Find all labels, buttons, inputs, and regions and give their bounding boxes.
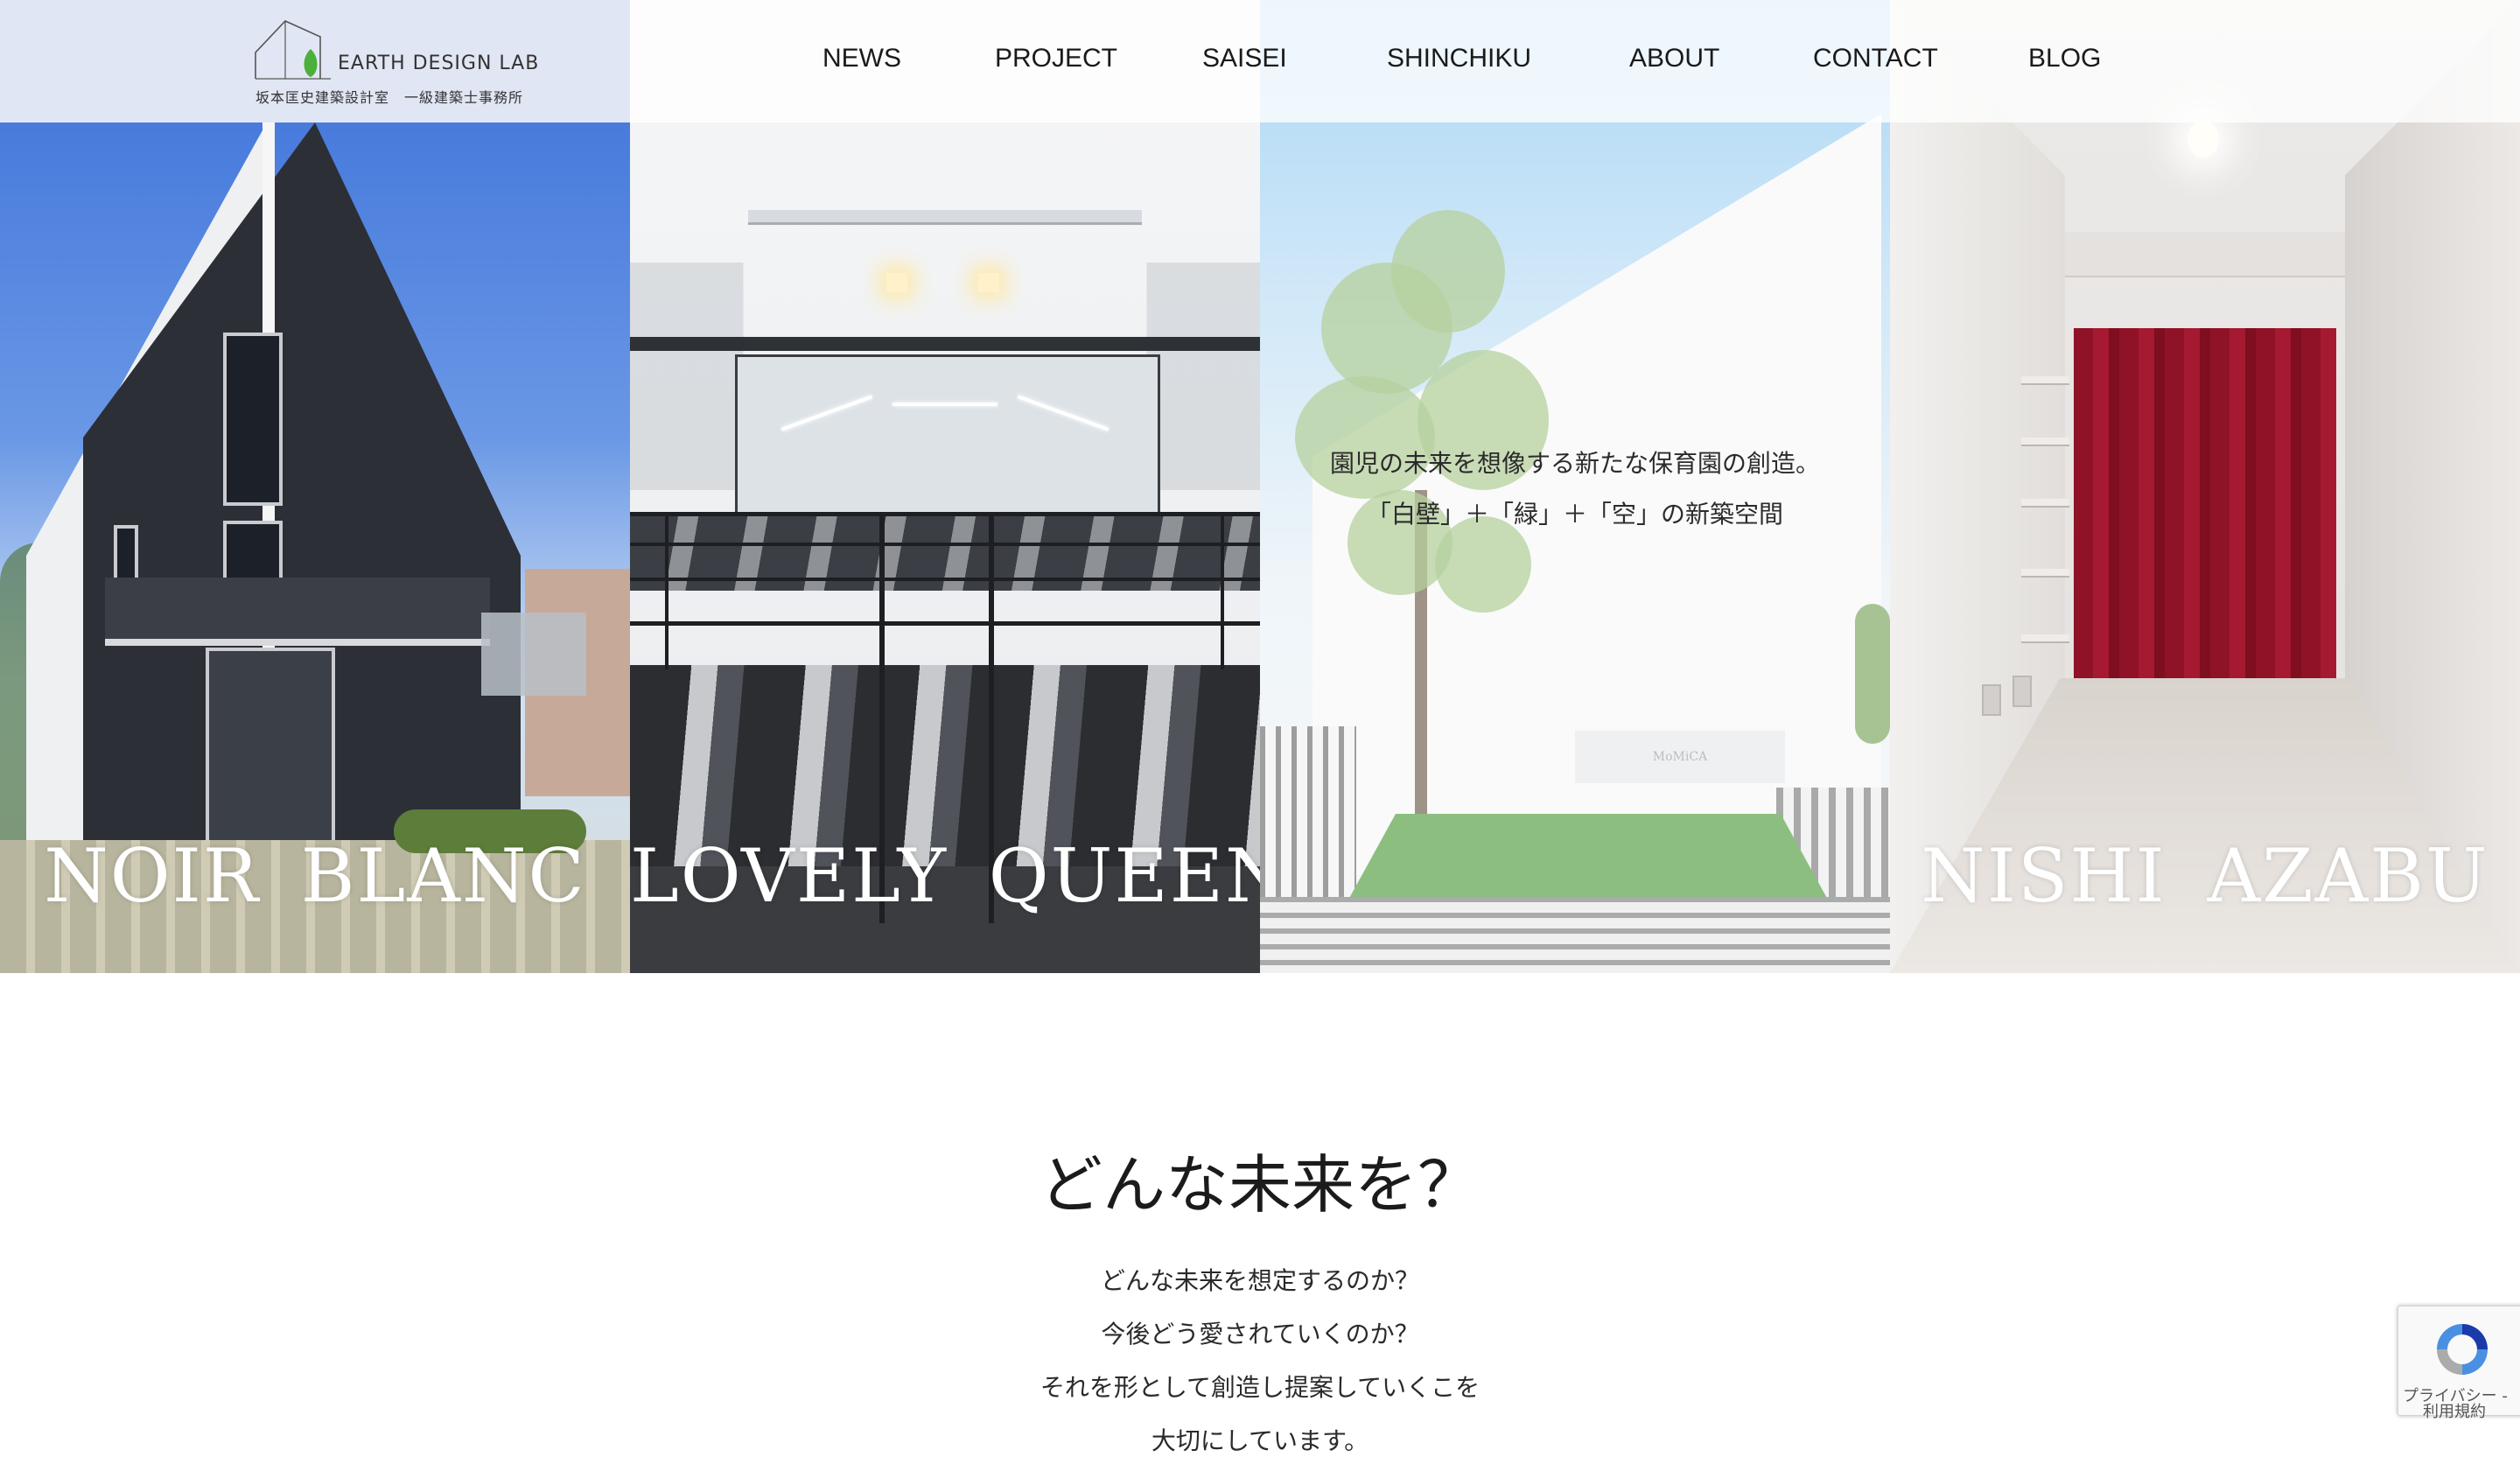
ceiling-light-line — [892, 403, 998, 406]
handrail — [630, 512, 1260, 516]
project-caption-line2: 「白壁」＋「緑」＋「空」の新築空間 — [1366, 500, 1783, 529]
ceiling-beam — [2065, 232, 2345, 277]
nav-item-about[interactable]: ABOUT — [1629, 44, 1719, 74]
logo-subtitle: 坂本匡史建築設計室 一級建築士事務所 — [256, 89, 524, 106]
logo-wordmark: EARTH DESIGN LAB — [338, 53, 540, 74]
balcony — [481, 613, 586, 696]
intro-line: 大切にしています。 — [1151, 1426, 1369, 1455]
handrail — [630, 578, 1260, 581]
main-nav — [630, 0, 2520, 123]
upper-floor-slab — [630, 337, 1260, 351]
leaf-icon — [304, 49, 318, 77]
project-panel-nursery[interactable]: MoMiCA 園児の未来を想像する新たな保育園の創造。 「白壁」＋「緑」＋「空」… — [1260, 0, 1890, 973]
project-title: NISHI AZABU — [1921, 833, 2489, 919]
intro-line: 今後どう愛されていくのか？ — [1101, 1320, 1419, 1348]
skylight — [748, 210, 1142, 225]
nav-item-blog[interactable]: BLOG — [2028, 44, 2101, 74]
wall-shelf — [2021, 376, 2069, 385]
intro-line: どんな未来を想定するのか？ — [1100, 1266, 1419, 1295]
intro-line: それを形として創造し提案していくこを — [1040, 1373, 1480, 1402]
wall-vent — [1982, 684, 2001, 716]
site-logo[interactable]: EARTH DESIGN LAB 坂本匡史建築設計室 一級建築士事務所 — [0, 0, 630, 123]
wall-vent — [2012, 676, 2032, 707]
red-curtain — [2074, 328, 2336, 678]
window — [114, 525, 138, 585]
wall-shelf — [2021, 634, 2069, 643]
handrail — [630, 621, 1260, 626]
nav-item-news[interactable]: NEWS — [822, 44, 901, 74]
recaptcha-badge[interactable]: プライバシー - 利用規約 — [2398, 1306, 2520, 1421]
nav-item-shinchiku[interactable]: SHINCHIKU — [1387, 44, 1531, 74]
nav-item-project[interactable]: PROJECT — [995, 44, 1117, 74]
handrail — [630, 543, 1260, 546]
rail-post — [1221, 512, 1224, 669]
project-panel-nishi-azabu[interactable]: NISHI AZABU — [1890, 0, 2520, 973]
project-title: LOVELY QUEEN — [630, 833, 1260, 919]
project-title: NOIR BLANC — [44, 833, 586, 919]
rail-post — [665, 512, 668, 669]
hero-slider: NOIR BLANC LOVELY QUEEN MoMiCA 園児の未来を想像す… — [0, 0, 2520, 973]
wall-shelf — [2021, 569, 2069, 578]
window — [223, 333, 283, 506]
project-panel-lovely-queen[interactable]: LOVELY QUEEN — [630, 0, 1260, 973]
glass-partition — [735, 354, 1160, 517]
overlay — [1260, 0, 1890, 973]
ceiling-light — [2188, 121, 2219, 158]
entrance-canopy — [105, 578, 490, 639]
recaptcha-icon — [2437, 1324, 2488, 1375]
site-header: EARTH DESIGN LAB 坂本匡史建築設計室 一級建築士事務所 NEWS… — [0, 0, 2520, 123]
entrance-door — [206, 648, 335, 865]
wall-shelf — [2021, 499, 2069, 508]
wall-shelf — [2021, 438, 2069, 446]
project-caption-line1: 園児の未来を想像する新たな保育園の創造。 — [1329, 449, 1820, 478]
nav-item-saisei[interactable]: SAISEI — [1202, 44, 1287, 74]
nav-item-contact[interactable]: CONTACT — [1813, 44, 1938, 74]
house-logo-icon — [255, 20, 331, 80]
recaptcha-terms-link[interactable]: 利用規約 — [2423, 1399, 2486, 1422]
project-panel-noir-blanc[interactable]: NOIR BLANC — [0, 0, 630, 973]
section-heading: どんな未来を？ — [1039, 1148, 1480, 1222]
